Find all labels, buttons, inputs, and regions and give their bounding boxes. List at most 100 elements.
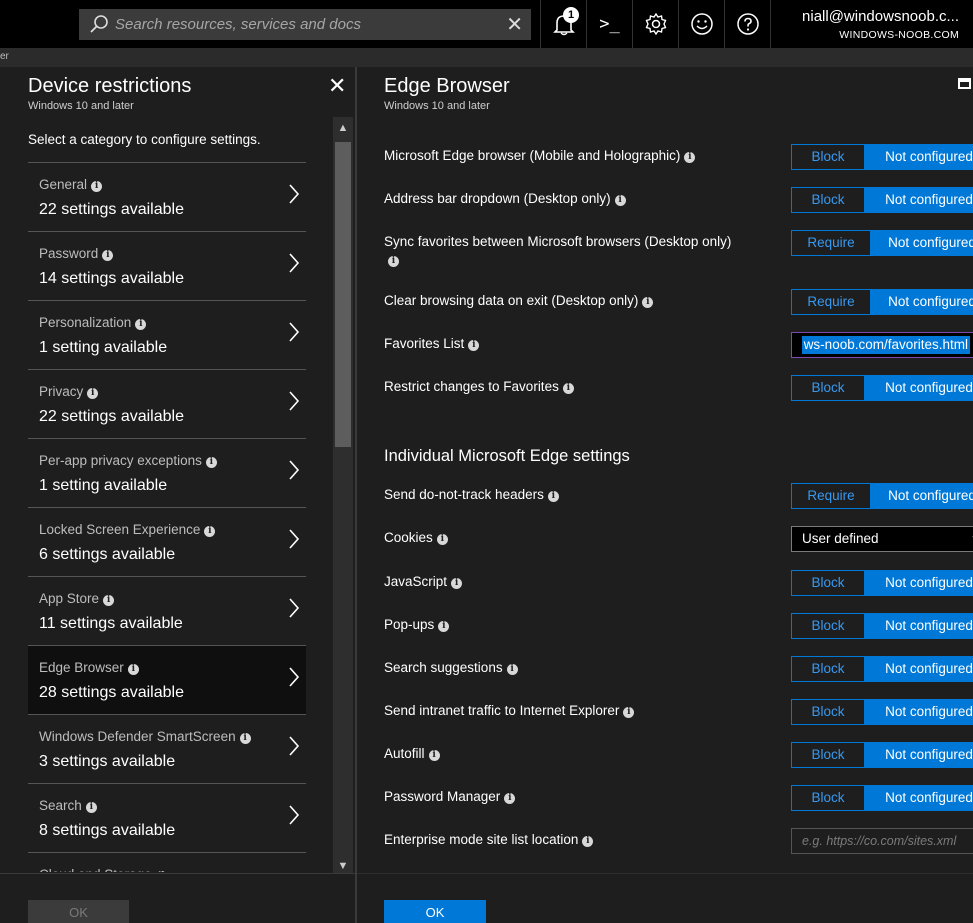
ok-button[interactable]: OK — [384, 900, 486, 923]
toggle-restrict-favorites[interactable]: Block Not configured — [791, 375, 973, 401]
info-icon[interactable]: i — [102, 250, 114, 261]
toggle-option-not-configured[interactable]: Not configured — [870, 231, 973, 255]
info-icon[interactable]: i — [103, 595, 115, 606]
toggle-clear-browsing-data[interactable]: Require Not configured — [791, 289, 973, 315]
category-item[interactable]: Edge Browser i 28 settings available — [28, 646, 306, 715]
info-icon[interactable]: i — [239, 733, 251, 744]
notifications-button[interactable]: 1 — [540, 0, 586, 48]
info-icon[interactable]: i — [204, 526, 216, 537]
category-name: Privacy i — [39, 384, 99, 399]
toggle-javascript[interactable]: Block Not configured — [791, 570, 973, 596]
clear-search-icon[interactable]: ✕ — [506, 12, 523, 37]
info-icon[interactable]: i — [438, 621, 450, 632]
breadcrumb-text[interactable]: er — [0, 51, 9, 62]
toggle-option-block[interactable]: Block — [792, 743, 864, 767]
toggle-option-require[interactable]: Require — [792, 484, 870, 508]
category-item[interactable]: Per-app privacy exceptions i 1 setting ava… — [28, 439, 306, 508]
category-item[interactable]: Password i 14 settings available — [28, 232, 306, 301]
category-item[interactable]: Cloud and Storagei — [28, 853, 306, 872]
category-count: 22 settings available — [39, 201, 184, 218]
info-icon[interactable]: i — [436, 534, 448, 545]
toggle-option-block[interactable]: Block — [792, 657, 864, 681]
info-icon[interactable]: i — [506, 664, 518, 675]
info-icon[interactable]: i — [468, 340, 480, 351]
maximize-icon[interactable] — [958, 78, 971, 89]
settings-button[interactable] — [632, 0, 678, 48]
toggle-option-block[interactable]: Block — [792, 145, 864, 169]
toggle-option-not-configured[interactable]: Not configured — [864, 614, 973, 638]
toggle-option-not-configured[interactable]: Not configured — [864, 700, 973, 724]
toggle-option-not-configured[interactable]: Not configured — [864, 743, 973, 767]
info-icon[interactable]: i — [127, 664, 139, 675]
toggle-option-block[interactable]: Block — [792, 188, 864, 212]
toggle-option-block[interactable]: Block — [792, 614, 864, 638]
info-icon[interactable]: i — [428, 750, 440, 761]
help-button[interactable] — [724, 0, 770, 48]
toggle-option-not-configured[interactable]: Not configured — [870, 290, 973, 314]
category-item[interactable]: Windows Defender SmartScreen i 3 settings … — [28, 715, 306, 784]
toggle-pop-ups[interactable]: Block Not configured — [791, 613, 973, 639]
toggle-intranet-traffic[interactable]: Block Not configured — [791, 699, 973, 725]
toggle-option-require[interactable]: Require — [792, 290, 870, 314]
info-icon[interactable]: i — [684, 152, 696, 163]
toggle-option-not-configured[interactable]: Not configured — [864, 376, 973, 400]
cloud-shell-button[interactable]: >_ — [586, 0, 632, 48]
account-menu[interactable]: niall@windowsnoob.c... WINDOWS-NOOB.COM — [770, 0, 973, 48]
category-item[interactable]: Search i 8 settings available — [28, 784, 306, 853]
toggle-autofill[interactable]: Block Not configured — [791, 742, 973, 768]
toggle-password-manager[interactable]: Block Not configured — [791, 785, 973, 811]
setting-label: JavaScript i — [384, 573, 746, 591]
info-icon[interactable]: i — [642, 297, 654, 308]
category-item[interactable]: Locked Screen Experience i 6 settings avai… — [28, 508, 306, 577]
info-icon[interactable]: i — [623, 707, 635, 718]
toggle-option-not-configured[interactable]: Not configured — [864, 657, 973, 681]
toggle-option-block[interactable]: Block — [792, 571, 864, 595]
toggle-option-not-configured[interactable]: Not configured — [864, 188, 973, 212]
toggle-do-not-track[interactable]: Require Not configured — [791, 483, 973, 509]
info-icon[interactable]: i — [614, 195, 626, 206]
info-icon[interactable]: i — [388, 256, 399, 267]
info-icon[interactable]: i — [582, 836, 594, 847]
toggle-option-block[interactable]: Block — [792, 376, 864, 400]
search-box[interactable]: Search resources, services and docs ✕ — [79, 9, 531, 40]
info-icon[interactable]: i — [205, 457, 217, 468]
toggle-sync-favorites[interactable]: Require Not configured — [791, 230, 973, 256]
toggle-option-require[interactable]: Require — [792, 231, 870, 255]
cookies-dropdown[interactable]: User defined — [791, 526, 973, 552]
category-scrollbar[interactable]: ▲ ▼ — [333, 117, 353, 877]
scroll-thumb[interactable] — [335, 142, 351, 447]
info-icon[interactable]: i — [87, 388, 99, 399]
ok-button-disabled[interactable]: OK — [28, 900, 129, 923]
category-item[interactable]: Personalization i 1 setting available — [28, 301, 306, 370]
info-icon[interactable]: i — [451, 578, 463, 589]
toggle-search-suggestions[interactable]: Block Not configured — [791, 656, 973, 682]
toggle-option-block[interactable]: Block — [792, 786, 864, 810]
category-count: 11 settings available — [39, 615, 183, 632]
info-icon[interactable]: i — [562, 383, 574, 394]
category-count: 8 settings available — [39, 822, 176, 839]
toggle-option-not-configured[interactable]: Not configured — [864, 571, 973, 595]
category-item[interactable]: General i 22 settings available — [28, 163, 306, 232]
toggle-address-bar-dropdown[interactable]: Block Not configured — [791, 187, 973, 213]
category-count: 1 setting available — [39, 477, 168, 494]
feedback-button[interactable] — [678, 0, 724, 48]
enterprise-site-list-input[interactable]: e.g. https://co.com/sites.xml — [791, 828, 973, 854]
info-icon[interactable]: i — [504, 793, 516, 804]
info-icon[interactable]: i — [85, 802, 97, 813]
toggle-edge-browser[interactable]: Block Not configured — [791, 144, 973, 170]
scroll-up-icon[interactable]: ▲ — [333, 119, 353, 137]
info-icon[interactable]: i — [135, 319, 147, 330]
toggle-option-block[interactable]: Block — [792, 700, 864, 724]
toggle-option-not-configured[interactable]: Not configured — [870, 484, 973, 508]
info-icon[interactable]: i — [91, 181, 103, 192]
favorites-list-input[interactable]: ws-noob.com/favorites.html ✔ — [791, 332, 973, 358]
top-bar: Search resources, services and docs ✕ 1 … — [0, 0, 973, 48]
toggle-option-not-configured[interactable]: Not configured — [864, 145, 973, 169]
info-icon[interactable]: i — [155, 871, 167, 872]
category-item[interactable]: App Store i 11 settings available — [28, 577, 306, 646]
category-item[interactable]: Privacy i 22 settings available — [28, 370, 306, 439]
close-icon[interactable]: ✕ — [328, 73, 346, 99]
info-icon[interactable]: i — [547, 491, 559, 502]
category-name: Personalization i — [39, 315, 147, 330]
toggle-option-not-configured[interactable]: Not configured — [864, 786, 973, 810]
